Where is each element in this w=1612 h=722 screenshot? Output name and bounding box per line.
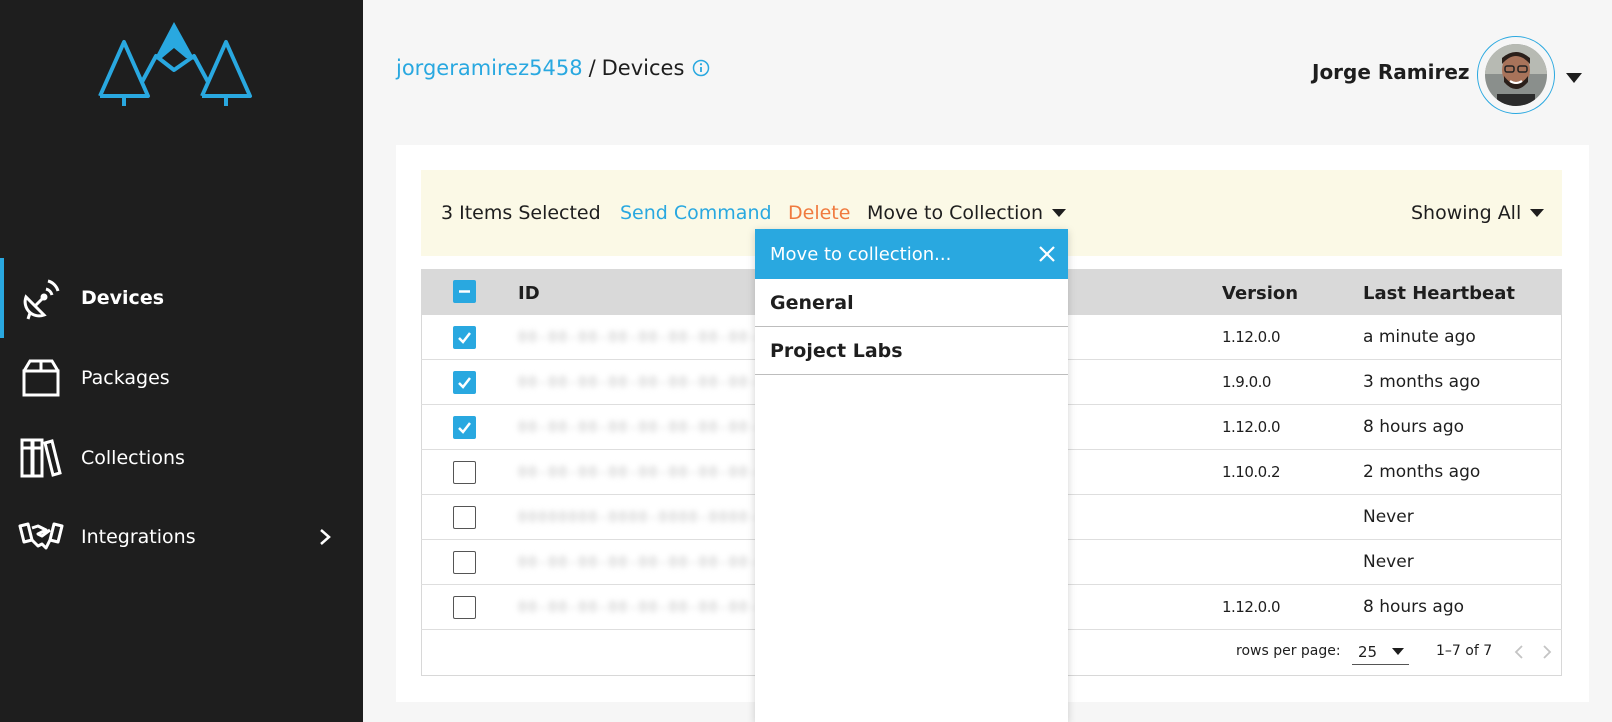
sidebar-item-devices[interactable]: Devices — [0, 258, 363, 338]
sidebar: Devices Packages Collections Integration… — [0, 0, 363, 722]
device-last-heartbeat: Never — [1363, 507, 1414, 527]
package-box-icon — [18, 355, 64, 401]
column-header-id[interactable]: ID — [518, 283, 540, 304]
sidebar-item-label: Collections — [81, 447, 185, 469]
sidebar-item-packages[interactable]: Packages — [0, 338, 363, 418]
device-id[interactable]: 00-00-00-00-00-00-00-00-00 — [518, 463, 779, 481]
device-id[interactable]: 00-00-00-00-00-00-00-00-00 — [518, 373, 779, 391]
popover-header: Move to collection... — [755, 229, 1068, 279]
delete-button[interactable]: Delete — [788, 202, 850, 224]
device-last-heartbeat: a minute ago — [1363, 327, 1476, 347]
breadcrumb: jorgeramirez5458 / Devices — [396, 56, 710, 80]
sidebar-item-integrations[interactable]: Integrations — [0, 497, 363, 577]
sidebar-item-collections[interactable]: Collections — [0, 418, 363, 498]
device-last-heartbeat: 8 hours ago — [1363, 417, 1465, 437]
device-version: 1.12.0.0 — [1222, 328, 1281, 346]
column-header-version[interactable]: Version — [1222, 283, 1298, 304]
move-to-collection-label: Move to Collection — [867, 202, 1044, 224]
handshake-icon — [18, 514, 64, 560]
row-checkbox[interactable] — [453, 371, 476, 394]
row-checkbox[interactable] — [453, 416, 476, 439]
device-version: 1.12.0.0 — [1222, 418, 1281, 436]
row-checkbox[interactable] — [453, 326, 476, 349]
row-checkbox[interactable] — [453, 596, 476, 619]
sidebar-item-label: Packages — [81, 367, 170, 389]
sidebar-item-label: Integrations — [81, 526, 196, 548]
row-checkbox[interactable] — [453, 461, 476, 484]
device-last-heartbeat: 3 months ago — [1363, 372, 1481, 392]
breadcrumb-user-link[interactable]: jorgeramirez5458 — [396, 56, 583, 80]
showing-filter-label: Showing All — [1411, 202, 1522, 224]
device-id[interactable]: 00-00-00-00-00-00-00-00-00 — [518, 328, 779, 346]
user-menu-caret-icon[interactable] — [1565, 72, 1583, 84]
collection-option-label: General — [770, 292, 854, 314]
device-last-heartbeat: Never — [1363, 552, 1414, 572]
satellite-dish-icon — [18, 275, 64, 321]
collection-option-label: Project Labs — [770, 340, 903, 362]
collection-option-general[interactable]: General — [755, 279, 1068, 327]
page-title: Devices — [601, 56, 685, 80]
showing-filter-dropdown[interactable]: Showing All — [1411, 202, 1545, 224]
device-id[interactable]: 00-00-00-00-00-00-00-00-00 — [518, 418, 779, 436]
rows-per-page-select[interactable]: 25 — [1352, 641, 1409, 665]
books-icon — [18, 435, 64, 481]
row-checkbox[interactable] — [453, 506, 476, 529]
next-page-icon[interactable] — [1540, 643, 1554, 661]
column-header-last-heartbeat[interactable]: Last Heartbeat — [1363, 283, 1515, 304]
prev-page-icon[interactable] — [1512, 643, 1526, 661]
user-name: Jorge Ramirez — [1312, 60, 1470, 84]
rows-per-page-value: 25 — [1358, 643, 1378, 661]
caret-down-icon — [1530, 209, 1545, 217]
pagination-range: 1–7 of 7 — [1436, 643, 1493, 659]
breadcrumb-separator: / — [588, 56, 596, 80]
move-to-collection-button[interactable]: Move to Collection — [867, 202, 1067, 224]
caret-down-icon — [1052, 209, 1067, 217]
device-id[interactable]: 00-00-00-00-00-00-00-00-00 — [518, 553, 779, 571]
avatar-photo — [1485, 44, 1547, 106]
avatar[interactable] — [1477, 36, 1555, 114]
close-icon[interactable] — [1037, 244, 1057, 264]
info-icon[interactable] — [692, 59, 710, 77]
device-last-heartbeat: 8 hours ago — [1363, 597, 1465, 617]
device-version: 1.10.0.2 — [1222, 463, 1281, 481]
move-to-collection-popover: Move to collection... General Project La… — [755, 229, 1068, 722]
select-all-checkbox[interactable] — [453, 280, 476, 303]
selected-count: 3 Items Selected — [441, 202, 601, 224]
device-id[interactable]: 00000000-0000-0000-0000-00 — [518, 508, 779, 526]
send-command-button[interactable]: Send Command — [620, 202, 772, 224]
mountain-trees-logo — [98, 22, 252, 106]
collection-option-project-labs[interactable]: Project Labs — [755, 327, 1068, 375]
chevron-right-icon — [320, 529, 331, 545]
caret-down-icon — [1392, 648, 1404, 655]
device-id[interactable]: 00-00-00-00-00-00-00-00-00 — [518, 598, 779, 616]
row-checkbox[interactable] — [453, 551, 476, 574]
device-version: 1.9.0.0 — [1222, 373, 1271, 391]
rows-per-page-label: rows per page: — [1236, 643, 1341, 659]
device-version: 1.12.0.0 — [1222, 598, 1281, 616]
popover-title: Move to collection... — [770, 244, 952, 265]
device-last-heartbeat: 2 months ago — [1363, 462, 1481, 482]
sidebar-item-label: Devices — [81, 287, 165, 309]
